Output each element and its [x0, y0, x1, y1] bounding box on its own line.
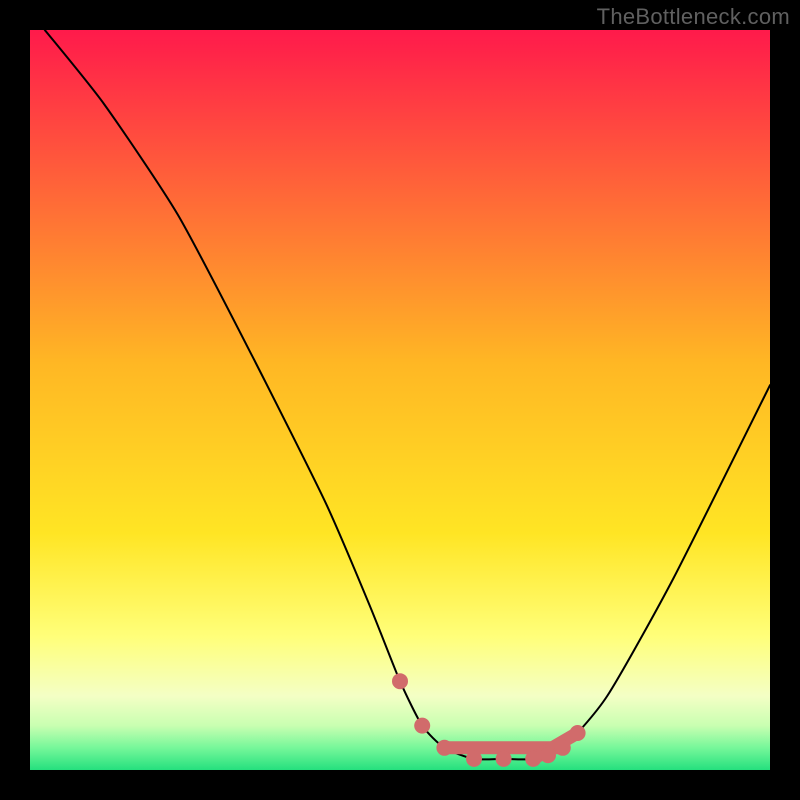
watermark-text: TheBottleneck.com [597, 4, 790, 30]
plot-area [30, 30, 770, 770]
optimal-range-dot [392, 673, 408, 689]
optimal-range-dot [496, 751, 512, 767]
optimal-range-dot [570, 725, 586, 741]
optimal-range-dot [540, 747, 556, 763]
optimal-range-dot [436, 740, 452, 756]
chart-frame: TheBottleneck.com [0, 0, 800, 800]
gradient-background [30, 30, 770, 770]
optimal-range-dot [466, 751, 482, 767]
chart-svg [30, 30, 770, 770]
optimal-range-dot [555, 740, 571, 756]
optimal-range-dot [414, 718, 430, 734]
optimal-range-dot [525, 751, 541, 767]
